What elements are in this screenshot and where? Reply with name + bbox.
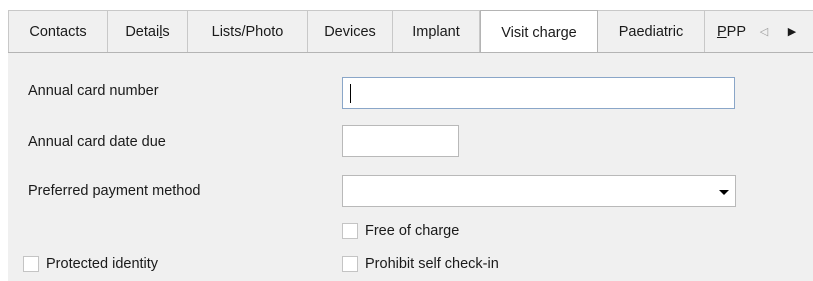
tab-ppp[interactable]: PPP (705, 11, 758, 53)
tab-label: Visit charge (501, 25, 577, 41)
protected-identity-label: Protected identity (46, 256, 159, 272)
tab-label: Implant (412, 24, 460, 40)
tab-label: Paediatric (618, 24, 684, 40)
text-caret (350, 84, 351, 103)
tab-implant[interactable]: Implant (393, 11, 480, 53)
annual-card-number-input[interactable] (342, 77, 735, 109)
prohibit-self-checkin-checkbox-row[interactable]: Prohibit self check-in (342, 255, 499, 273)
tab-label: Detai (125, 24, 160, 40)
prohibit-self-checkin-label: Prohibit self check-in (365, 256, 499, 272)
tab-contacts[interactable]: Contacts (8, 11, 108, 53)
annual-card-number-label: Annual card number (28, 83, 159, 99)
tab-devices[interactable]: Devices (308, 11, 393, 53)
tab-label-mnemonic: P (716, 24, 727, 40)
prohibit-self-checkin-checkbox[interactable] (342, 256, 358, 272)
annual-card-date-due-input[interactable] (342, 125, 459, 157)
free-of-charge-checkbox[interactable] (342, 223, 358, 239)
tab-paediatric[interactable]: Paediatric (598, 11, 705, 53)
tab-label: Contacts (29, 24, 87, 40)
tab-label: PP (726, 24, 746, 40)
tab-details[interactable]: Details (108, 11, 188, 53)
annual-card-date-due-label: Annual card date due (28, 134, 166, 150)
tab-visit-charge[interactable]: Visit charge (480, 10, 598, 54)
tab-bar: Contacts Details Lists/Photo Devices Imp… (8, 10, 813, 54)
tab-scroll-left-icon[interactable]: ◁ (754, 11, 774, 53)
tab-lists-photo[interactable]: Lists/Photo (188, 11, 308, 53)
preferred-payment-method-select[interactable] (342, 175, 736, 207)
free-of-charge-label: Free of charge (365, 223, 460, 239)
tab-label: Lists/Photo (211, 24, 284, 40)
tab-label: Devices (324, 24, 376, 40)
tab-label: s (162, 24, 170, 40)
preferred-payment-method-label: Preferred payment method (28, 183, 201, 199)
free-of-charge-checkbox-row[interactable]: Free of charge (342, 222, 459, 240)
chevron-down-icon[interactable] (713, 176, 735, 206)
protected-identity-checkbox[interactable] (23, 256, 39, 272)
visit-charge-panel: Annual card number Annual card date due … (8, 52, 813, 281)
tab-scroll-right-icon[interactable]: ▶ (782, 11, 802, 53)
protected-identity-checkbox-row[interactable]: Protected identity (23, 255, 158, 273)
